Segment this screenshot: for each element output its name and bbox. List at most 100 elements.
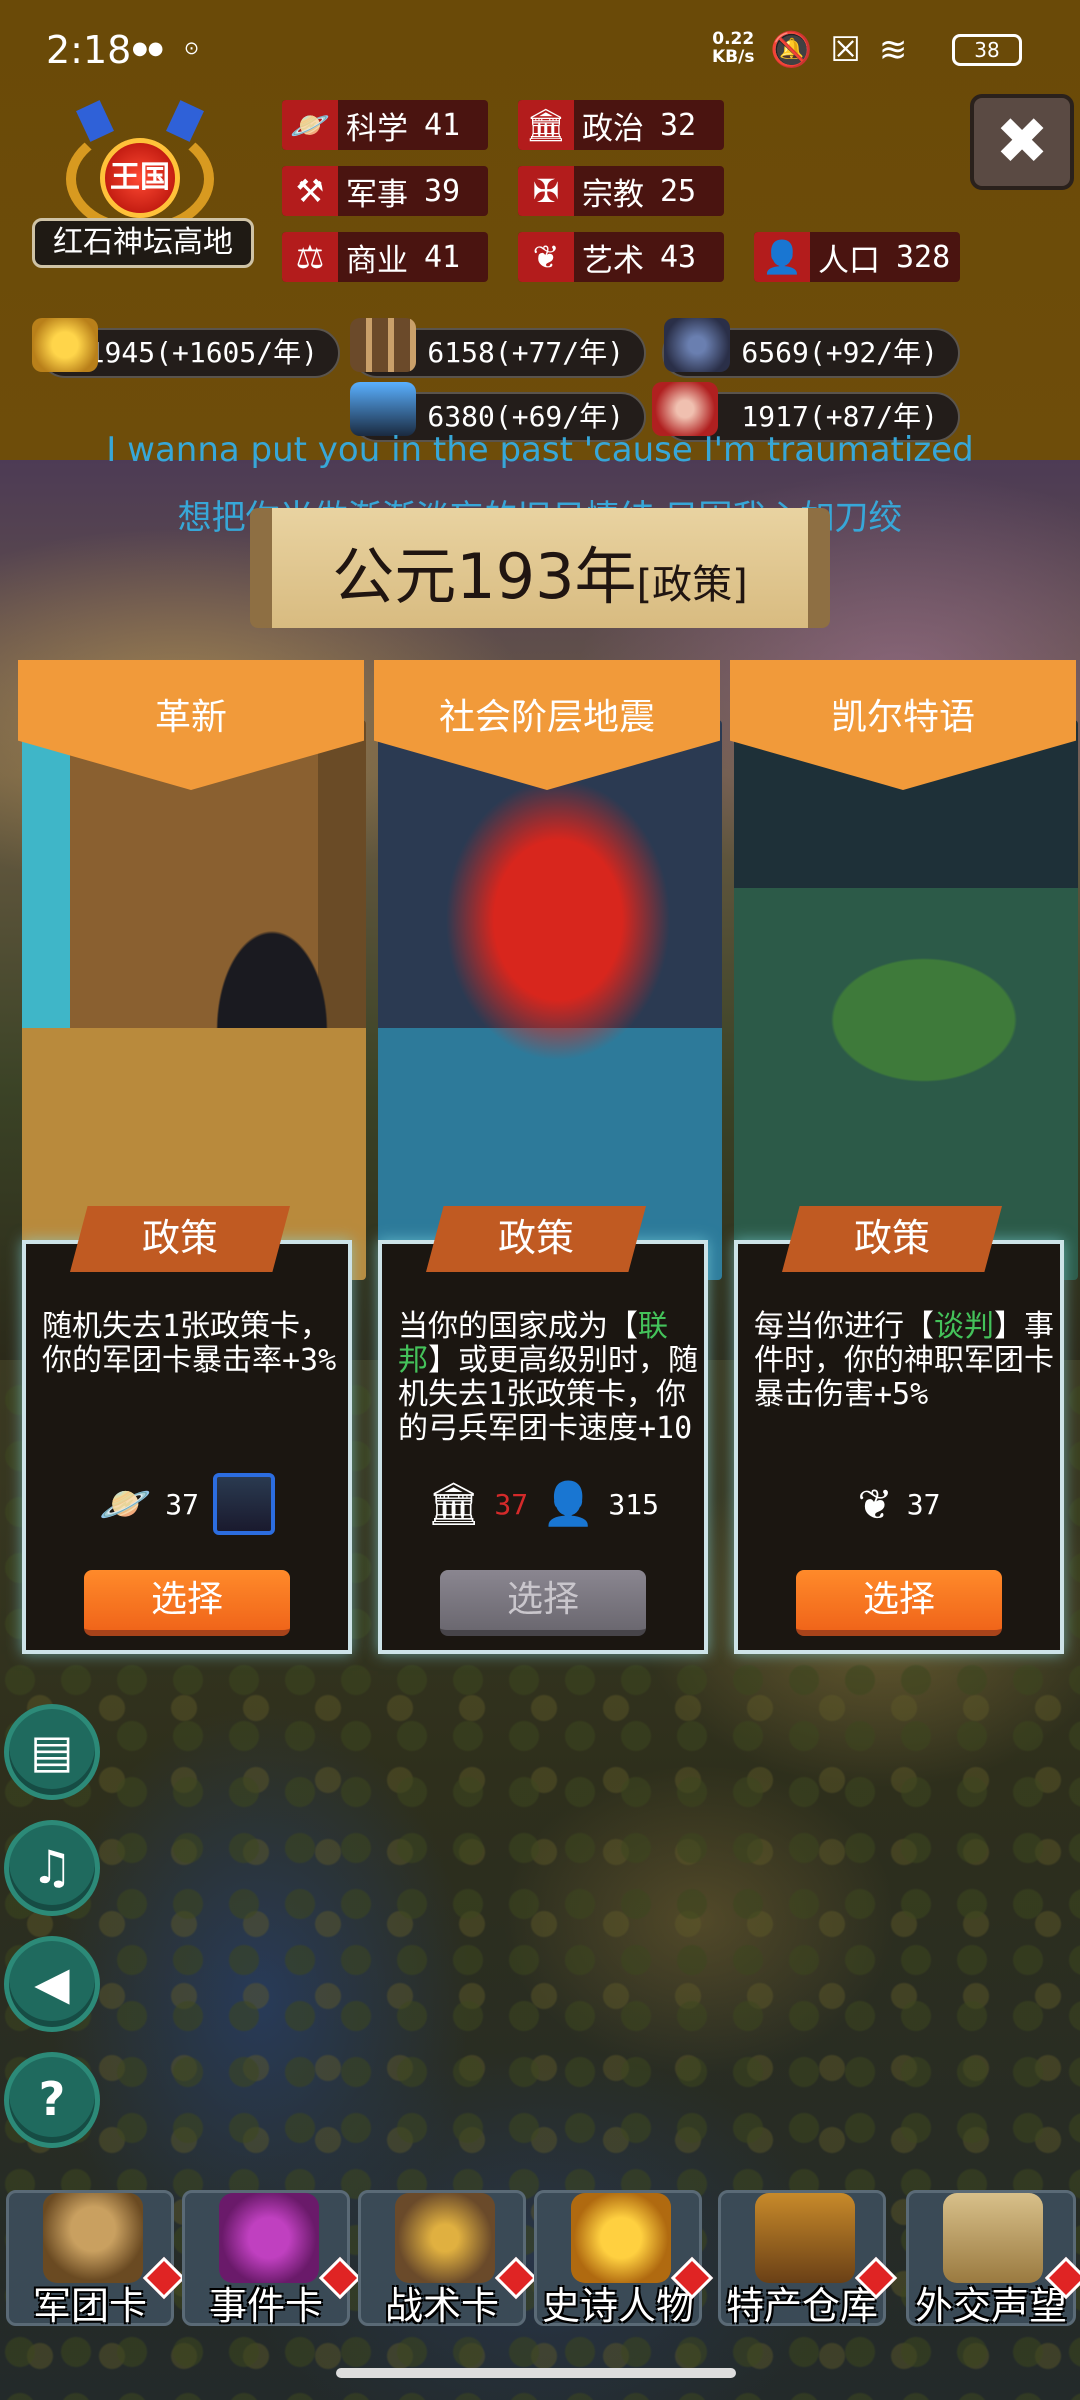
card-deck-button[interactable]: ▤ xyxy=(4,1704,100,1800)
stat-label: 宗教 xyxy=(582,176,644,213)
wood-logs-icon xyxy=(350,318,416,372)
nav-diplomatic-reputation[interactable]: 外交声望 xyxy=(906,2190,1080,2328)
music-toggle-button[interactable]: ♫ xyxy=(4,1820,100,1916)
requirement-value: 315 xyxy=(608,1487,659,1521)
kingdom-emblem[interactable]: 王国 xyxy=(60,100,220,234)
card-body: 随机失去1张政策卡，你的军团卡暴击率+3% 🪐 37 选择 xyxy=(22,1240,352,1654)
stat-value: 41 xyxy=(424,239,461,275)
nav-specialty-warehouse[interactable]: 特产仓库 xyxy=(718,2190,898,2328)
card-body: 当你的国家成为【联邦】或更高级别时，随机失去1张政策卡，你的弓兵军团卡速度+10… xyxy=(378,1240,708,1654)
stat-value: 43 xyxy=(660,239,697,275)
requirement-value: 37 xyxy=(906,1487,941,1521)
card-artwork xyxy=(22,720,366,1280)
wifi-icon: ≋ xyxy=(878,30,926,70)
stat-commerce: ⚖ 商业 41 xyxy=(282,232,488,282)
select-button[interactable]: 选择 xyxy=(440,1570,646,1636)
politics-icon: 🏛 xyxy=(518,100,574,150)
stat-art: ❦ 艺术 43 xyxy=(518,232,724,282)
shield-crest-icon xyxy=(395,2193,495,2283)
nav-tactic-cards[interactable]: 战术卡 xyxy=(358,2190,538,2328)
music-off-icon: ♫ xyxy=(31,1840,73,1894)
desc-keyword: 谈判 xyxy=(934,1309,994,1344)
year-title: 公元193年 xyxy=(332,540,637,613)
required-card-icon xyxy=(213,1473,275,1535)
app-notification-icon: ⊙ xyxy=(184,38,200,59)
top-panel: 2:18 ●● ⊙ 0.22 KB/s 🔕☒≋ 38 王国 红石神坛高地 🪐 科… xyxy=(0,0,1080,460)
desc-text: 每当你进行【 xyxy=(754,1309,934,1344)
status-icons: 🔕☒≋ xyxy=(770,30,925,70)
stat-religion: ✠ 宗教 25 xyxy=(518,166,724,216)
card-description: 每当你进行【谈判】事件时，你的神职军团卡暴击伤害+5% xyxy=(754,1310,1054,1412)
select-button[interactable]: 选择 xyxy=(84,1570,290,1636)
science-icon: 🪐 xyxy=(98,1479,152,1528)
card-description: 随机失去1张政策卡，你的军团卡暴击率+3% xyxy=(42,1309,337,1378)
commerce-icon: ⚖ xyxy=(282,232,338,282)
card-artwork xyxy=(378,720,722,1280)
stat-military: ⚒ 军事 39 xyxy=(282,166,488,216)
close-icon: ✖ xyxy=(995,105,1049,179)
stat-science: 🪐 科学 41 xyxy=(282,100,488,150)
stat-label: 军事 xyxy=(346,176,408,213)
stat-value: 32 xyxy=(660,107,697,143)
art-icon: ❦ xyxy=(857,1479,893,1529)
stat-value: 39 xyxy=(424,173,461,209)
sim-off-icon: ☒ xyxy=(830,30,879,70)
stat-label: 政治 xyxy=(582,110,644,147)
sound-icon: ◀ xyxy=(34,1956,70,2010)
helmet-icon xyxy=(43,2193,143,2283)
lyric-line-1: I wanna put you in the past 'cause I'm t… xyxy=(106,430,974,470)
resource-value: 6569(+92/年) xyxy=(741,336,938,369)
stat-label: 科学 xyxy=(346,110,408,147)
meat-icon xyxy=(652,382,718,436)
envelope-icon xyxy=(943,2193,1043,2283)
help-button[interactable]: ? xyxy=(4,2052,100,2148)
nav-event-cards[interactable]: 事件卡 xyxy=(182,2190,362,2328)
stat-population: 👤 人口 328 xyxy=(754,232,960,282)
help-icon: ? xyxy=(38,2072,66,2126)
requirement-value: 37 xyxy=(165,1487,199,1521)
nav-label: 外交声望 xyxy=(914,2284,1067,2328)
card-artwork xyxy=(734,720,1078,1280)
resource-value: 6380(+69/年) xyxy=(427,400,624,433)
military-icon: ⚒ xyxy=(282,166,338,216)
population-icon: 👤 xyxy=(754,232,810,282)
desc-text: 】或更高级别时，随机失去1张政策卡，你的弓兵军团卡速度+10 xyxy=(398,1343,698,1446)
card-requirements: 🪐 37 xyxy=(26,1473,348,1535)
card-body: 每当你进行【谈判】事件时，你的神职军团卡暴击伤害+5% ❦ 37 选择 xyxy=(734,1240,1064,1654)
nav-epic-characters[interactable]: 史诗人物 xyxy=(534,2190,714,2328)
stat-label: 艺术 xyxy=(582,242,644,279)
stat-politics: 🏛 政治 32 xyxy=(518,100,724,150)
science-icon: 🪐 xyxy=(282,100,338,150)
place-name: 红石神坛高地 xyxy=(32,218,254,268)
stat-label: 人口 xyxy=(818,242,880,279)
card-deck-icon: ▤ xyxy=(30,1724,74,1778)
gold-coins-icon xyxy=(32,318,98,372)
stat-label: 商业 xyxy=(346,242,408,279)
sound-toggle-button[interactable]: ◀ xyxy=(4,1936,100,2032)
scroll-icon xyxy=(219,2193,319,2283)
home-indicator[interactable] xyxy=(336,2368,736,2378)
crown-icon xyxy=(571,2193,671,2283)
population-icon: 👤 xyxy=(542,1479,595,1528)
card-type: 政策 xyxy=(782,1206,1002,1272)
nav-label: 军团卡 xyxy=(32,2284,147,2328)
network-speed: 0.22 KB/s xyxy=(712,30,754,66)
nav-label: 战术卡 xyxy=(384,2284,499,2328)
battery-indicator: 38 xyxy=(952,34,1022,66)
net-speed-value: 0.22 xyxy=(712,29,755,49)
nav-label: 特产仓库 xyxy=(725,2284,878,2328)
gem-chest-icon xyxy=(350,382,416,436)
nav-legion-cards[interactable]: 军团卡 xyxy=(6,2190,186,2328)
year-banner: 公元193年[政策] xyxy=(250,508,830,628)
resource-value: 1917(+87/年) xyxy=(741,400,938,433)
nav-label: 事件卡 xyxy=(208,2284,323,2328)
card-description: 当你的国家成为【联邦】或更高级别时，随机失去1张政策卡，你的弓兵军团卡速度+10 xyxy=(398,1310,698,1446)
select-button[interactable]: 选择 xyxy=(796,1570,1002,1636)
mute-icon: 🔕 xyxy=(770,30,831,70)
card-requirements: 🏛 37 👤 315 xyxy=(382,1474,704,1534)
nav-label: 史诗人物 xyxy=(541,2284,694,2328)
close-button[interactable]: ✖ xyxy=(970,94,1074,190)
desc-text: 当你的国家成为【 xyxy=(398,1309,638,1344)
stat-value: 328 xyxy=(896,239,951,275)
resource-value: 6158(+77/年) xyxy=(427,336,624,369)
